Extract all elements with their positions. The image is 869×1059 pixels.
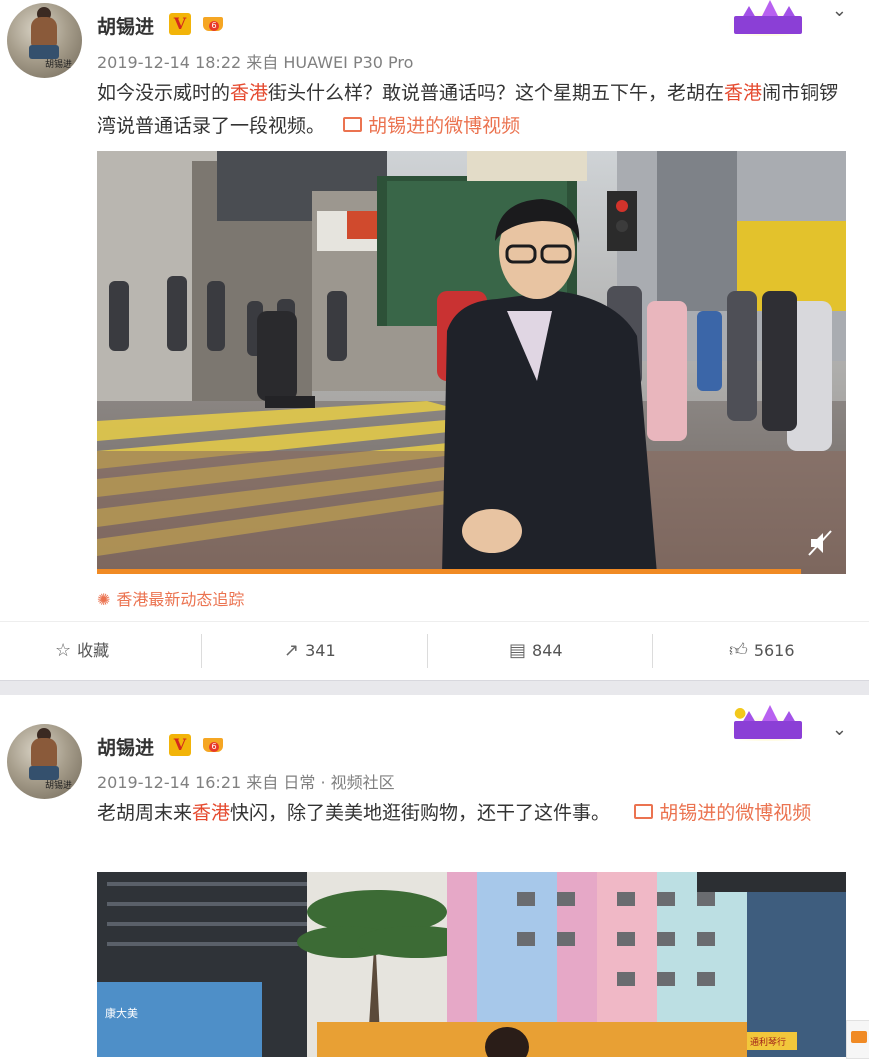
star-icon: ☆ bbox=[55, 640, 72, 661]
mail-icon bbox=[851, 1031, 867, 1043]
text-segment: 街头什么样？敢说普通话吗？这个星期五下午，老胡在 bbox=[268, 82, 725, 104]
verified-badge-icon: V bbox=[169, 13, 191, 35]
topic-link[interactable]: 香港 bbox=[192, 802, 230, 824]
castle-decoration-icon bbox=[728, 0, 808, 36]
scroll-to-top-button[interactable] bbox=[846, 1020, 869, 1059]
chevron-down-icon[interactable]: ⌄ bbox=[832, 0, 847, 21]
member-level: 6 bbox=[209, 21, 219, 31]
member-crown-icon: 6 bbox=[201, 13, 225, 35]
action-divider bbox=[427, 634, 428, 668]
comment-count: 844 bbox=[532, 641, 563, 660]
post-time[interactable]: 2019-12-14 18:22 bbox=[97, 53, 241, 72]
source-prefix: 来自 bbox=[246, 773, 279, 792]
action-bar: ☆ 收藏 ↗ 341 ▤ 844 👍︎ 5616 bbox=[0, 621, 869, 680]
video-progress-bar[interactable] bbox=[97, 569, 802, 574]
topic-sparkle-icon: ✺ bbox=[97, 590, 111, 609]
verified-badge-icon: V bbox=[169, 734, 191, 756]
post-meta: 2019-12-14 18:22 来自 HUAWEI P30 Pro bbox=[97, 49, 413, 73]
video-frame: 康大美 通利琴行 bbox=[97, 872, 846, 1057]
like-button[interactable]: 👍︎ 5616 bbox=[729, 622, 795, 680]
post-time[interactable]: 2019-12-14 16:21 bbox=[97, 773, 241, 792]
topic-link[interactable]: 香港 bbox=[230, 82, 268, 104]
favorite-label: 收藏 bbox=[77, 641, 110, 660]
video-link[interactable]: 胡锡进的微博视频 bbox=[634, 802, 811, 824]
repost-count: 341 bbox=[305, 641, 336, 660]
shop-sign: 通利琴行 bbox=[750, 1036, 786, 1048]
comment-button[interactable]: ▤ 844 bbox=[509, 622, 563, 680]
video-link-label: 胡锡进的微博视频 bbox=[659, 802, 812, 824]
text-segment: 如今没示威时的 bbox=[97, 82, 231, 104]
favorite-button[interactable]: ☆ 收藏 bbox=[55, 622, 109, 680]
topic-label: 香港最新动态追踪 bbox=[116, 590, 245, 609]
thumbs-up-icon: 👍︎ bbox=[729, 640, 748, 661]
post-meta: 2019-12-14 16:21 来自 日常 · 视频社区 bbox=[97, 769, 395, 793]
video-frame bbox=[97, 151, 846, 574]
username[interactable]: 胡锡进 bbox=[97, 733, 154, 760]
video-link-label: 胡锡进的微博视频 bbox=[368, 115, 521, 137]
video-player[interactable] bbox=[97, 151, 846, 574]
text-segment: 老胡周末来 bbox=[97, 802, 193, 824]
share-icon: ↗ bbox=[284, 640, 300, 661]
action-divider bbox=[652, 634, 653, 668]
avatar[interactable]: 胡锡进 bbox=[7, 3, 82, 78]
member-crown-icon: 6 bbox=[201, 734, 225, 756]
post-source: HUAWEI P30 Pro bbox=[283, 53, 414, 72]
post-text: 老胡周末来香港快闪，除了美美地逛街购物，还干了这件事。 胡锡进的微博视频 bbox=[97, 797, 842, 830]
comment-icon: ▤ bbox=[509, 640, 527, 661]
repost-button[interactable]: ↗ 341 bbox=[284, 622, 336, 680]
video-link[interactable]: 胡锡进的微博视频 bbox=[343, 115, 520, 137]
text-segment: 快闪，除了美美地逛街购物，还干了这件事。 bbox=[230, 802, 611, 824]
feed-separator bbox=[0, 680, 869, 695]
avatar-signature: 胡锡进 bbox=[45, 60, 73, 70]
username[interactable]: 胡锡进 bbox=[97, 12, 154, 39]
topic-tag[interactable]: ✺ 香港最新动态追踪 bbox=[97, 586, 244, 610]
chevron-down-icon[interactable]: ⌄ bbox=[832, 719, 847, 740]
member-level: 6 bbox=[209, 742, 219, 752]
avatar[interactable]: 胡锡进 bbox=[7, 724, 82, 799]
castle-decoration-icon: ● bbox=[728, 705, 808, 741]
avatar-signature: 胡锡进 bbox=[45, 781, 73, 791]
video-camera-icon bbox=[634, 804, 654, 819]
billboard-sign: 康大美 bbox=[105, 1006, 138, 1020]
post-text: 如今没示威时的香港街头什么样？敢说普通话吗？这个星期五下午，老胡在香港闹市铜锣湾… bbox=[97, 77, 842, 143]
source-prefix: 来自 bbox=[246, 53, 279, 72]
weibo-post: 胡锡进 胡锡进 V 6 ● ⌄ 2019-12-14 16:21 来自 日常 ·… bbox=[0, 695, 869, 1057]
topic-link[interactable]: 香港 bbox=[724, 82, 762, 104]
action-divider bbox=[201, 634, 202, 668]
weibo-post: 胡锡进 胡锡进 V 6 ⌄ 2019-12-14 18:22 来自 HUAWEI… bbox=[0, 0, 869, 680]
video-camera-icon bbox=[343, 117, 363, 132]
video-player[interactable]: 康大美 通利琴行 bbox=[97, 872, 846, 1057]
like-count: 5616 bbox=[753, 641, 795, 660]
post-source: 日常 · 视频社区 bbox=[283, 773, 395, 792]
